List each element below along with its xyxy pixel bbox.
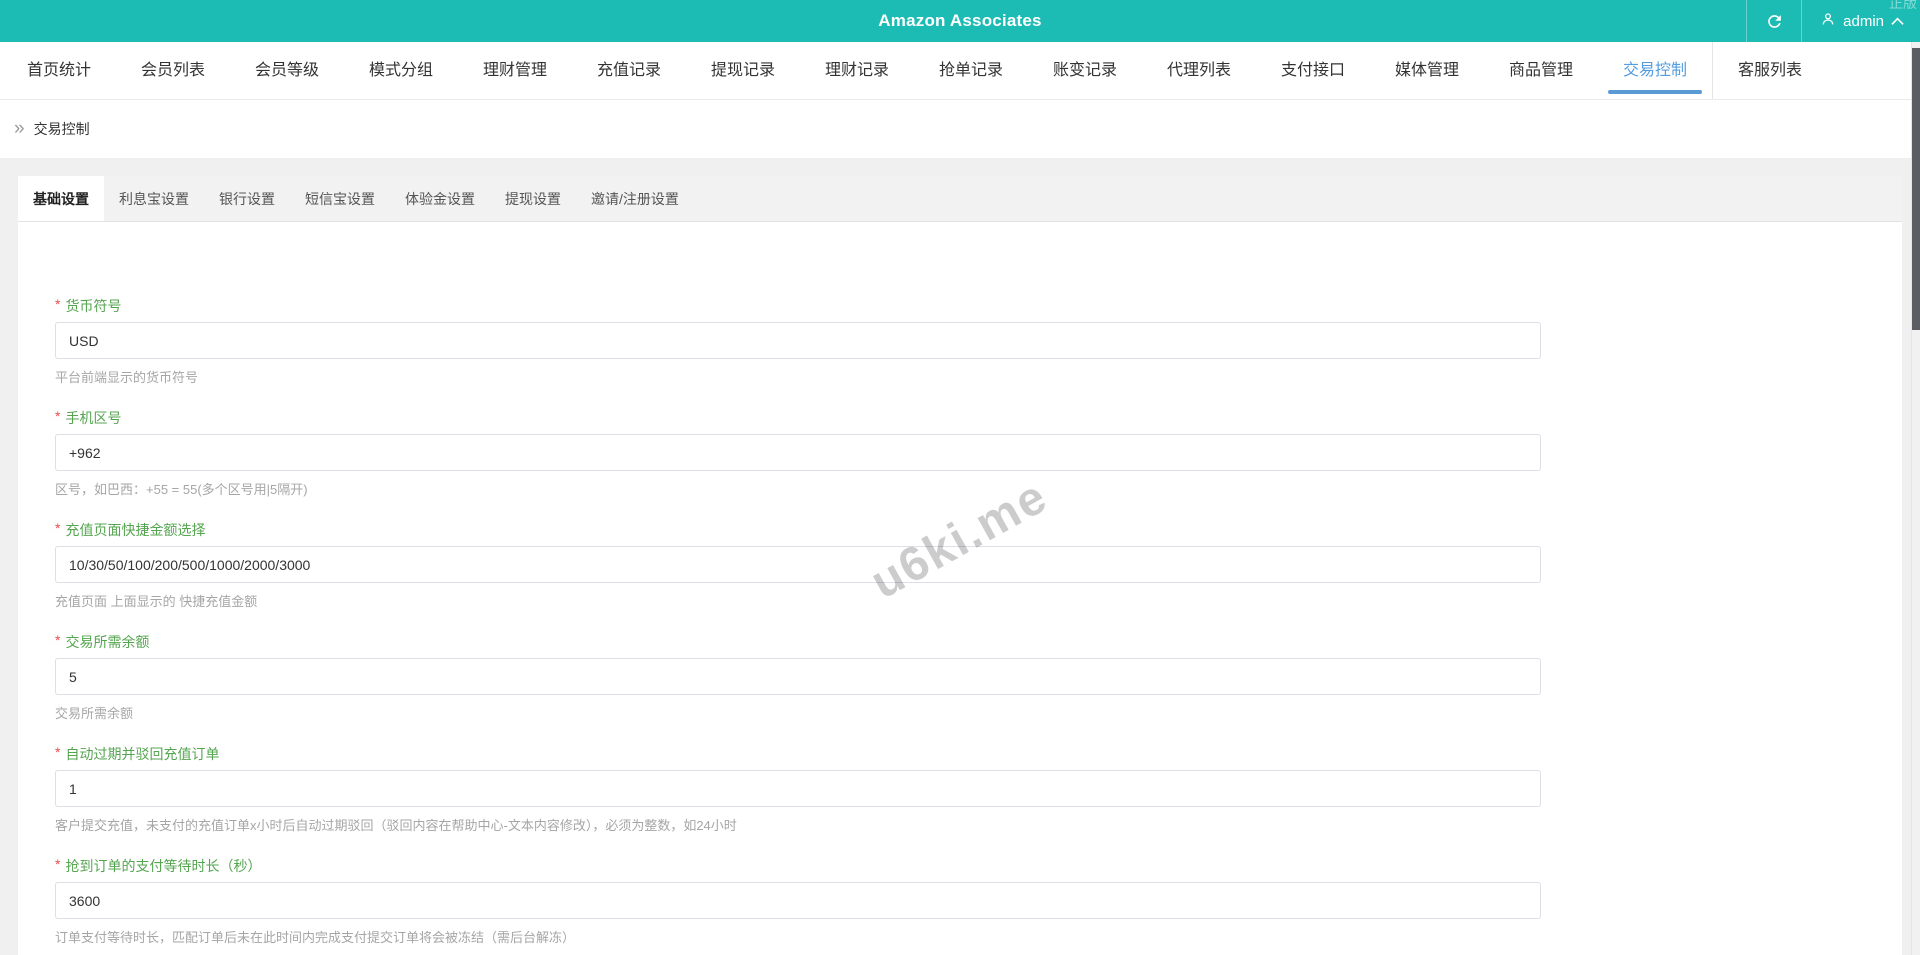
required-icon: * bbox=[55, 520, 61, 536]
nav-item-service-list[interactable]: 客服列表 bbox=[1713, 42, 1827, 99]
field-currency-symbol: *货币符号 平台前端显示的货币符号 bbox=[55, 296, 1902, 386]
nav-item-member-level[interactable]: 会员等级 bbox=[230, 42, 344, 99]
required-icon: * bbox=[55, 856, 61, 872]
tab-trial-fund-settings[interactable]: 体验金设置 bbox=[390, 176, 490, 221]
tab-interest-settings[interactable]: 利息宝设置 bbox=[104, 176, 204, 221]
user-icon bbox=[1820, 11, 1836, 31]
header-actions: admin bbox=[1746, 0, 1920, 42]
field-label: 充值页面快捷金额选择 bbox=[65, 522, 206, 538]
breadcrumb-label: 交易控制 bbox=[33, 121, 90, 137]
nav-item-payment-api[interactable]: 支付接口 bbox=[1256, 42, 1370, 99]
tab-sms-settings[interactable]: 短信宝设置 bbox=[290, 176, 390, 221]
scrollbar-thumb[interactable] bbox=[1912, 48, 1920, 330]
nav-item-recharge-record[interactable]: 充值记录 bbox=[572, 42, 686, 99]
tab-invite-register-settings[interactable]: 邀请/注册设置 bbox=[576, 176, 694, 221]
settings-tabs: 基础设置 利息宝设置 银行设置 短信宝设置 体验金设置 提现设置 邀请/注册设置 bbox=[18, 176, 1902, 222]
breadcrumb-chevrons-icon: » bbox=[14, 117, 25, 139]
field-label: 货币符号 bbox=[65, 298, 122, 314]
field-required-balance: *交易所需余额 交易所需余额 bbox=[55, 632, 1902, 722]
username: admin bbox=[1843, 12, 1884, 30]
refresh-icon bbox=[1765, 12, 1784, 31]
nav-item-mode-group[interactable]: 模式分组 bbox=[344, 42, 458, 99]
tab-bank-settings[interactable]: 银行设置 bbox=[204, 176, 290, 221]
settings-card: 基础设置 利息宝设置 银行设置 短信宝设置 体验金设置 提现设置 邀请/注册设置… bbox=[18, 176, 1902, 955]
field-label: 手机区号 bbox=[65, 410, 122, 426]
field-quick-recharge-amounts: *充值页面快捷金额选择 充值页面 上面显示的 快捷充值金额 bbox=[55, 520, 1902, 610]
field-hint: 客户提交充值，未支付的充值订单x小时后自动过期驳回（驳回内容在帮助中心-文本内容… bbox=[55, 818, 737, 833]
tab-withdraw-settings[interactable]: 提现设置 bbox=[490, 176, 576, 221]
chevron-up-icon bbox=[1891, 13, 1904, 30]
field-hint: 交易所需余额 bbox=[55, 706, 134, 721]
breadcrumb: » 交易控制 bbox=[0, 100, 1920, 159]
app-header: 正版 Amazon Associates admin bbox=[0, 0, 1920, 42]
nav-item-agent-list[interactable]: 代理列表 bbox=[1142, 42, 1256, 99]
field-hint: 充值页面 上面显示的 快捷充值金额 bbox=[55, 594, 258, 609]
required-icon: * bbox=[55, 296, 61, 312]
main-nav: 首页统计 会员列表 会员等级 模式分组 理财管理 充值记录 提现记录 理财记录 … bbox=[0, 42, 1920, 100]
nav-item-order-record[interactable]: 抢单记录 bbox=[914, 42, 1028, 99]
field-auto-expire-order: *自动过期并驳回充值订单 客户提交充值，未支付的充值订单x小时后自动过期驳回（驳… bbox=[55, 744, 1902, 834]
field-hint: 平台前端显示的货币符号 bbox=[55, 370, 199, 385]
field-label: 自动过期并驳回充值订单 bbox=[65, 746, 220, 762]
field-pay-wait-seconds: *抢到订单的支付等待时长（秒） 订单支付等待时长，匹配订单后未在此时间内完成支付… bbox=[55, 856, 1902, 946]
required-icon: * bbox=[55, 744, 61, 760]
field-label: 交易所需余额 bbox=[65, 634, 150, 650]
auto-expire-order-input[interactable] bbox=[55, 770, 1541, 807]
pay-wait-seconds-input[interactable] bbox=[55, 882, 1541, 919]
phone-area-code-input[interactable] bbox=[55, 434, 1541, 471]
nav-item-finance-manage[interactable]: 理财管理 bbox=[458, 42, 572, 99]
nav-item-transaction-control[interactable]: 交易控制 bbox=[1598, 42, 1712, 99]
required-icon: * bbox=[55, 408, 61, 424]
app-title: Amazon Associates bbox=[878, 11, 1042, 30]
nav-item-product-manage[interactable]: 商品管理 bbox=[1484, 42, 1598, 99]
settings-form-panel: u6ki.me *货币符号 平台前端显示的货币符号 *手机区号 区号，如巴西：+… bbox=[18, 222, 1902, 955]
page-scrollbar[interactable] bbox=[1911, 42, 1920, 955]
tab-basic-settings[interactable]: 基础设置 bbox=[18, 176, 104, 221]
nav-item-withdraw-record[interactable]: 提现记录 bbox=[686, 42, 800, 99]
quick-recharge-amounts-input[interactable] bbox=[55, 546, 1541, 583]
field-hint: 订单支付等待时长，匹配订单后未在此时间内完成支付提交订单将会被冻结（需后台解冻） bbox=[55, 930, 576, 945]
field-hint: 区号，如巴西：+55 = 55(多个区号用|5隔开) bbox=[55, 482, 308, 497]
nav-item-finance-record[interactable]: 理财记录 bbox=[800, 42, 914, 99]
refresh-button[interactable] bbox=[1746, 0, 1803, 42]
nav-item-media-manage[interactable]: 媒体管理 bbox=[1370, 42, 1484, 99]
required-icon: * bbox=[55, 632, 61, 648]
field-label: 抢到订单的支付等待时长（秒） bbox=[65, 858, 262, 874]
required-balance-input[interactable] bbox=[55, 658, 1541, 695]
nav-item-home-stats[interactable]: 首页统计 bbox=[2, 42, 116, 99]
nav-item-member-list[interactable]: 会员列表 bbox=[116, 42, 230, 99]
field-phone-area-code: *手机区号 区号，如巴西：+55 = 55(多个区号用|5隔开) bbox=[55, 408, 1902, 498]
currency-symbol-input[interactable] bbox=[55, 322, 1541, 359]
user-menu[interactable]: admin bbox=[1802, 0, 1920, 42]
nav-item-balance-record[interactable]: 账变记录 bbox=[1028, 42, 1142, 99]
